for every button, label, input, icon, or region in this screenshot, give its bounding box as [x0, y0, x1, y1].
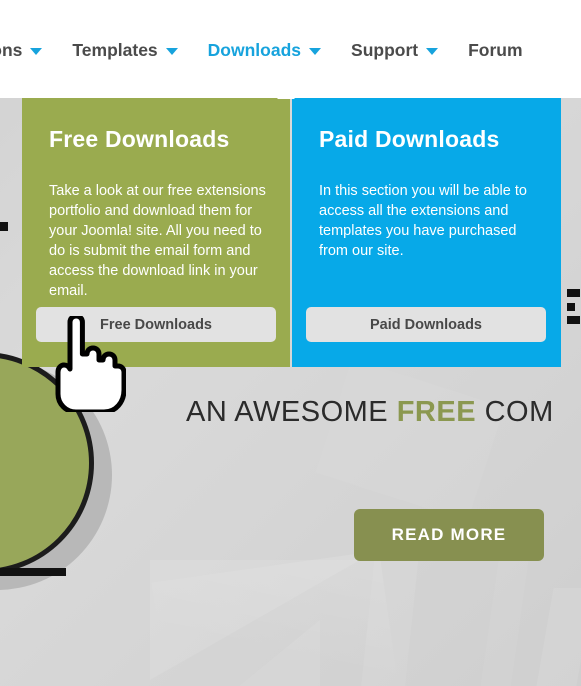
free-downloads-description: Take a look at our free extensions portf…: [49, 183, 266, 299]
chevron-down-icon[interactable]: [426, 47, 439, 55]
hero-heading: AN AWESOME FREE COM: [186, 396, 554, 429]
free-downloads-button[interactable]: Free Downloads: [36, 307, 276, 342]
navigation-bar: nsions Templates Downloads Support Forum: [0, 0, 581, 98]
nav-item-templates[interactable]: Templates: [72, 40, 178, 61]
paid-downloads-button[interactable]: Paid Downloads: [306, 307, 546, 342]
hero-divider-bar: [0, 568, 66, 576]
nav-item-label: nsions: [0, 40, 23, 61]
chevron-down-icon[interactable]: [165, 47, 178, 55]
downloads-mega-dropdown: Free Downloads Take a look at our free e…: [22, 98, 561, 367]
background-watermark-triangle-1: [150, 560, 360, 680]
background-watermark-band-3: [536, 588, 581, 686]
background-watermark-envelope: [151, 550, 399, 686]
edge-marker-left: [0, 222, 8, 231]
chevron-down-icon[interactable]: [30, 47, 43, 55]
read-more-button[interactable]: READ MORE: [354, 509, 544, 561]
hero-heading-before: AN AWESOME: [186, 396, 397, 428]
edge-marker-right-2: [567, 303, 575, 311]
nav-menu: nsions Templates Downloads Support Forum: [0, 36, 523, 66]
nav-item-forum[interactable]: Forum: [468, 42, 522, 60]
nav-item-label: Support: [351, 40, 419, 61]
background-watermark-shape: [315, 358, 505, 522]
background-watermark-band-2: [480, 555, 530, 686]
free-downloads-panel: Free Downloads Take a look at our free e…: [22, 98, 290, 367]
dropdown-pointer-arrow: [277, 90, 295, 99]
nav-item-downloads[interactable]: Downloads: [207, 40, 322, 61]
hero-heading-highlight: FREE: [396, 396, 477, 428]
background-watermark-band-1: [361, 555, 419, 686]
chevron-down-icon[interactable]: [309, 47, 322, 55]
paid-downloads-title: Paid Downloads: [319, 126, 500, 152]
edge-marker-right-3: [567, 316, 580, 324]
nav-item-label: Downloads: [207, 40, 302, 61]
nav-item-support[interactable]: Support: [351, 40, 439, 61]
nav-item-label: Templates: [72, 40, 158, 61]
hero-heading-after: COM: [476, 396, 554, 428]
nav-item-extensions[interactable]: nsions: [0, 40, 43, 61]
edge-marker-right-1: [567, 289, 580, 297]
paid-downloads-description: In this section you will be able to acce…: [319, 183, 527, 259]
free-downloads-title: Free Downloads: [49, 126, 230, 152]
hero-circle-graphic: [0, 352, 112, 592]
nav-item-label: Forum: [468, 40, 523, 61]
background-watermark-triangle-2: [210, 620, 320, 686]
paid-downloads-panel: Paid Downloads In this section you will …: [292, 98, 561, 367]
